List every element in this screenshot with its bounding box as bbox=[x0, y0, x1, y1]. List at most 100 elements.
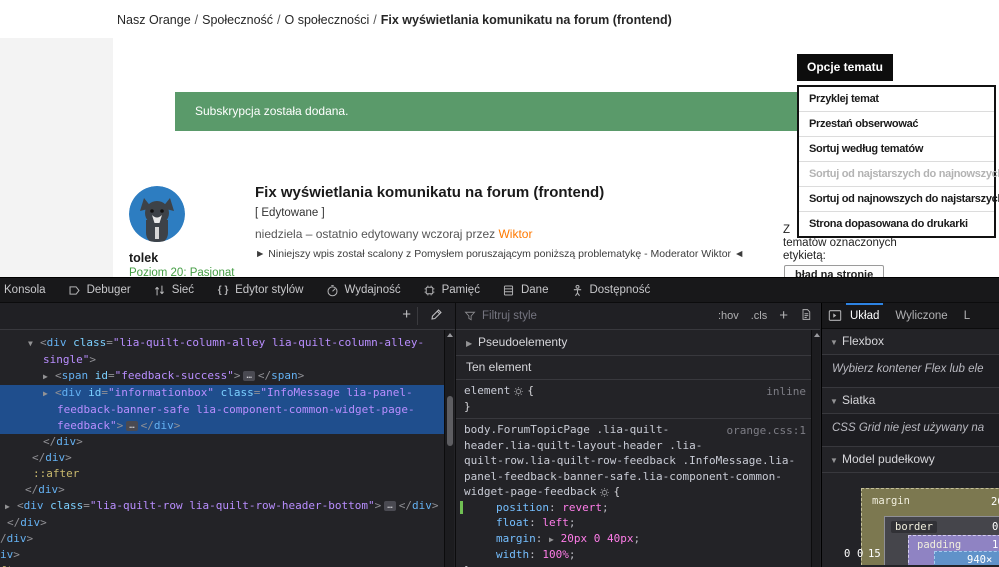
toggle-pane-icon[interactable] bbox=[828, 309, 842, 322]
topic-menu-item[interactable]: Przyklej temat bbox=[799, 87, 994, 111]
markup-line[interactable]: iv> bbox=[0, 547, 444, 563]
markup-line[interactable]: /div> bbox=[0, 531, 444, 547]
toggle-hover-button[interactable]: :hov bbox=[718, 310, 739, 322]
collapse-icon[interactable]: ▼ bbox=[830, 389, 842, 414]
rule-origin-link[interactable]: orange.css:1 bbox=[727, 423, 806, 439]
css-declaration[interactable]: position: revert; bbox=[456, 500, 820, 516]
editor-link[interactable]: Wiktor bbox=[498, 227, 532, 241]
grid-section-header[interactable]: ▼Siatka bbox=[822, 388, 999, 414]
person-icon bbox=[570, 283, 584, 297]
twisty-icon[interactable]: ▶ bbox=[5, 499, 17, 515]
scroll-up-arrow-icon[interactable] bbox=[447, 333, 453, 337]
box-model-padding[interactable]: padding 15 940× bbox=[908, 535, 999, 565]
markup-line[interactable]: feedback">…</div> bbox=[0, 418, 444, 434]
code-token: "lia-quilt-column-alley lia-quilt-column… bbox=[113, 336, 424, 349]
markup-view: ▼<div class="lia-quilt-column-alley lia-… bbox=[0, 330, 444, 567]
devtools-tab-dane[interactable]: Dane bbox=[491, 278, 560, 302]
db-icon bbox=[502, 283, 516, 297]
devtools-tab-wydajno[interactable]: Wydajność bbox=[314, 278, 411, 302]
devtools-tab-debuger[interactable]: Debuger bbox=[57, 278, 142, 302]
css-declaration[interactable]: margin: ▶ 20px 0 40px; bbox=[456, 531, 820, 548]
edge-value[interactable]: 15 bbox=[868, 548, 881, 560]
eyedropper-icon[interactable] bbox=[430, 308, 443, 326]
tab-label: Dostępność bbox=[589, 284, 650, 296]
twisty-icon[interactable]: ▶ bbox=[43, 369, 55, 385]
ellipsis-chip[interactable]: … bbox=[243, 371, 254, 381]
border-top-value[interactable]: 0 bbox=[992, 521, 998, 533]
breadcrumb-separator: / bbox=[195, 13, 198, 27]
gear-icon[interactable] bbox=[599, 487, 610, 498]
toggle-classes-button[interactable]: .cls bbox=[751, 310, 768, 322]
css-declaration[interactable]: float: left; bbox=[456, 515, 820, 531]
markup-line[interactable]: fter bbox=[0, 563, 444, 567]
box-model-content[interactable]: 940× bbox=[934, 551, 999, 565]
markup-scrollbar[interactable] bbox=[444, 330, 454, 567]
padding-top-value[interactable]: 15 bbox=[992, 539, 999, 551]
topic-options-button[interactable]: Opcje tematu bbox=[797, 54, 893, 81]
devtools-tab-edytorstylw[interactable]: { }Edytor stylów bbox=[205, 278, 314, 302]
devtools-tab-pami[interactable]: Pamięć bbox=[412, 278, 491, 302]
ellipsis-chip[interactable]: … bbox=[384, 501, 395, 511]
markup-line[interactable]: ▶<span id="feedback-success">…</span> bbox=[0, 368, 444, 385]
expand-icon[interactable]: ▶ bbox=[549, 535, 559, 544]
breadcrumb-link[interactable]: Nasz Orange bbox=[117, 13, 191, 27]
code-token: = bbox=[108, 369, 115, 382]
margin-top-value[interactable]: 20 bbox=[991, 496, 999, 508]
code-token: / bbox=[0, 532, 7, 545]
avatar[interactable] bbox=[129, 186, 185, 242]
add-rule-button[interactable]: + bbox=[779, 307, 788, 324]
css-declaration[interactable]: width: 100%; bbox=[456, 547, 820, 563]
twisty-icon[interactable]: ▶ bbox=[43, 386, 55, 402]
devtools-tab-sie[interactable]: Sieć bbox=[142, 278, 205, 302]
create-node-button[interactable]: + bbox=[402, 306, 411, 323]
markup-line[interactable]: feedback-banner-safe lia-component-commo… bbox=[0, 402, 444, 418]
markup-line[interactable]: </div> bbox=[0, 482, 444, 498]
filter-styles-input[interactable]: Filtruj style bbox=[482, 310, 706, 322]
markup-line[interactable]: </div> bbox=[0, 434, 444, 450]
edge-value[interactable]: 0 bbox=[844, 548, 850, 560]
toolbar-divider bbox=[417, 307, 418, 325]
pseudoelements-section[interactable]: ▶Pseudoelementy bbox=[456, 330, 820, 356]
code-token: div bbox=[154, 419, 174, 432]
property-name: width bbox=[496, 548, 529, 561]
boxmodel-section-header[interactable]: ▼Model pudełkowy bbox=[822, 447, 999, 473]
markup-line[interactable]: ▶<div id="informationbox" class="InfoMes… bbox=[0, 385, 444, 402]
code-token: feedback" bbox=[57, 419, 117, 432]
topic-menu-item[interactable]: Sortuj od najnowszych do najstarszych bbox=[799, 186, 994, 211]
tab-computed[interactable]: Wyliczone bbox=[895, 303, 947, 329]
print-simulation-icon[interactable] bbox=[800, 308, 812, 324]
flexbox-section-header[interactable]: ▼Flexbox bbox=[822, 329, 999, 355]
markup-line[interactable]: ▶<div class="lia-quilt-row lia-quilt-row… bbox=[0, 498, 444, 515]
markup-line[interactable]: ▼<div class="lia-quilt-column-alley lia-… bbox=[0, 335, 444, 352]
box-model-margin[interactable]: margin 20 border 0 padding 15 940× bbox=[861, 488, 999, 565]
expander-icon[interactable]: ▶ bbox=[466, 331, 478, 356]
breadcrumb-link[interactable]: O społeczności bbox=[285, 13, 370, 27]
css-rule: orange.css:1 body.ForumTopicPage .lia-qu… bbox=[456, 419, 820, 567]
collapse-icon[interactable]: ▼ bbox=[830, 330, 842, 355]
devtools-tab-dostpno[interactable]: Dostępność bbox=[559, 278, 661, 302]
markup-line[interactable]: single"> bbox=[0, 352, 444, 368]
post-author[interactable]: tolek bbox=[129, 251, 158, 265]
topic-menu-item[interactable]: Przestań obserwować bbox=[799, 111, 994, 136]
edge-value[interactable]: 0 bbox=[857, 548, 863, 560]
scrollbar-thumb[interactable] bbox=[447, 396, 453, 446]
markup-line[interactable]: </div> bbox=[0, 515, 444, 531]
code-token: > bbox=[27, 532, 34, 545]
tab-layout[interactable]: Układ bbox=[850, 303, 879, 329]
code-token: class bbox=[44, 499, 84, 512]
scroll-up-arrow-icon[interactable] bbox=[814, 333, 820, 337]
page-gutter bbox=[0, 38, 113, 277]
twisty-icon[interactable]: ▼ bbox=[28, 336, 40, 352]
collapse-icon[interactable]: ▼ bbox=[830, 448, 842, 473]
gear-icon[interactable] bbox=[513, 386, 524, 397]
markup-line[interactable]: </div> bbox=[0, 450, 444, 466]
devtools-tab-konsola[interactable]: Konsola bbox=[0, 278, 57, 302]
breadcrumb-link[interactable]: Społeczność bbox=[202, 13, 273, 27]
topic-menu-item[interactable]: Sortuj według tematów bbox=[799, 136, 994, 161]
tab-truncated[interactable]: L bbox=[964, 303, 970, 329]
markup-line[interactable]: ::after bbox=[0, 466, 444, 482]
rules-scrollbar[interactable] bbox=[811, 330, 820, 567]
ellipsis-chip[interactable]: … bbox=[126, 421, 137, 431]
topic-menu-item[interactable]: Strona dopasowana do drukarki bbox=[799, 211, 994, 236]
box-model-border[interactable]: border 0 padding 15 940× bbox=[884, 516, 999, 565]
